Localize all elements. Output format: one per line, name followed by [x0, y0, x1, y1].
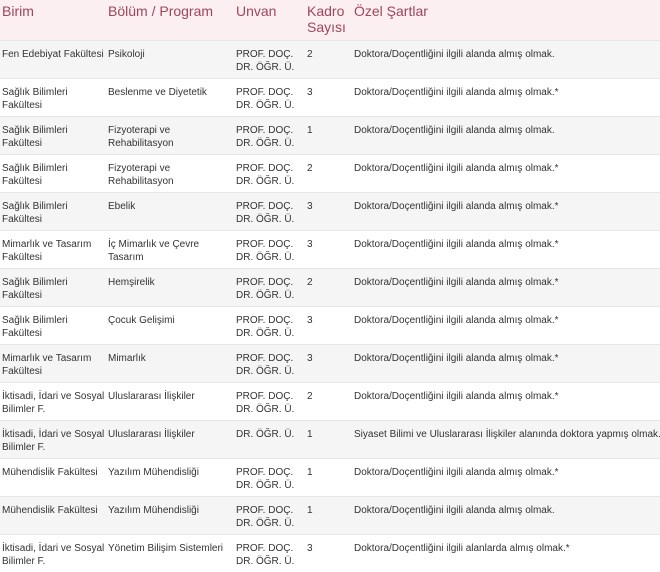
cell-ozel-sartlar: Siyaset Bilimi ve Uluslararası İlişkiler… — [354, 428, 660, 440]
cell-birim: İktisadi, İdari ve Sosyal Bilimler F. — [2, 390, 105, 415]
table-row: Fen Edebiyat Fakültesi Psikoloji PROF. DOÇ… — [0, 40, 660, 78]
cell-birim: Mühendislik Fakültesi — [2, 504, 98, 516]
cell-unvan: PROF. DOÇ. DR. ÖĞR. Ü. — [236, 352, 295, 377]
cell-bolum-program: Yazılım Mühendisliği — [108, 504, 199, 516]
cell-bolum-program: Uluslararası İlişkiler — [108, 428, 195, 440]
table-row: Sağlık Bilimleri Fakültesi Hemşirelik PROF… — [0, 268, 660, 306]
cell-ozel-sartlar: Doktora/Doçentliğini ilgili alanda almış… — [354, 86, 559, 98]
cell-ozel-sartlar: Doktora/Doçentliğini ilgili alanda almış… — [354, 48, 555, 60]
cell-kadro-sayisi: 3 — [307, 238, 313, 250]
cell-unvan: PROF. DOÇ. DR. ÖĞR. Ü. — [236, 466, 295, 491]
cell-unvan: PROF. DOÇ. DR. ÖĞR. Ü. — [236, 504, 295, 529]
cell-unvan: PROF. DOÇ. DR. ÖĞR. Ü. — [236, 86, 295, 111]
cell-unvan: PROF. DOÇ. DR. ÖĞR. Ü. — [236, 162, 295, 187]
cell-kadro-sayisi: 2 — [307, 48, 313, 60]
cell-ozel-sartlar: Doktora/Doçentliğini ilgili alanda almış… — [354, 390, 559, 402]
cell-bolum-program: Psikoloji — [108, 48, 145, 60]
cell-birim: Sağlık Bilimleri Fakültesi — [2, 162, 68, 187]
cell-bolum-program: Yönetim Bilişim Sistemleri — [108, 542, 224, 554]
table-row: Sağlık Bilimleri Fakültesi Çocuk Gelişimi… — [0, 306, 660, 344]
cell-birim: Sağlık Bilimleri Fakültesi — [2, 200, 68, 225]
cell-kadro-sayisi: 3 — [307, 200, 313, 212]
cell-ozel-sartlar: Doktora/Doçentliğini ilgili alanda almış… — [354, 238, 559, 250]
cell-kadro-sayisi: 3 — [307, 86, 313, 98]
cell-birim: Fen Edebiyat Fakültesi — [2, 48, 104, 60]
cell-birim: İktisadi, İdari ve Sosyal Bilimler F. — [2, 542, 105, 567]
table-row: İktisadi, İdari ve Sosyal Bilimler F. Yön… — [0, 534, 660, 572]
cell-bolum-program: Ebelik — [108, 200, 136, 212]
table-row: Mühendislik Fakültesi Yazılım Mühendisliğ… — [0, 496, 660, 534]
header-birim: Birim — [2, 3, 34, 19]
kadro-table: Birim Bölüm / Program Unvan Kadro Sayısı… — [0, 0, 660, 572]
header-kadro-sayisi: Kadro Sayısı — [307, 3, 346, 35]
cell-ozel-sartlar: Doktora/Doçentliğini ilgili alanlarda al… — [354, 542, 570, 554]
cell-kadro-sayisi: 1 — [307, 504, 313, 516]
table-header-row: Birim Bölüm / Program Unvan Kadro Sayısı… — [0, 0, 660, 40]
header-ozel-sartlar: Özel Şartlar — [354, 3, 428, 19]
cell-kadro-sayisi: 1 — [307, 428, 313, 440]
cell-bolum-program: Hemşirelik — [108, 276, 155, 288]
cell-birim: Sağlık Bilimleri Fakültesi — [2, 124, 68, 149]
table-row: Mimarlık ve Tasarım Fakültesi Mimarlık PRO… — [0, 344, 660, 382]
cell-bolum-program: Fizyoterapi ve Rehabilitasyon — [108, 162, 174, 187]
cell-kadro-sayisi: 1 — [307, 124, 313, 136]
cell-unvan: PROF. DOÇ. DR. ÖĞR. Ü. — [236, 124, 295, 149]
cell-birim: İktisadi, İdari ve Sosyal Bilimler F. — [2, 428, 105, 453]
cell-kadro-sayisi: 3 — [307, 314, 313, 326]
cell-bolum-program: Beslenme ve Diyetetik — [108, 86, 207, 98]
cell-bolum-program: Mimarlık — [108, 352, 146, 364]
cell-unvan: PROF. DOÇ. DR. ÖĞR. Ü. — [236, 48, 295, 73]
header-unvan: Unvan — [236, 3, 277, 19]
cell-unvan: PROF. DOÇ. DR. ÖĞR. Ü. — [236, 200, 295, 225]
cell-kadro-sayisi: 3 — [307, 352, 313, 364]
cell-kadro-sayisi: 1 — [307, 466, 313, 478]
cell-unvan: PROF. DOÇ. DR. ÖĞR. Ü. — [236, 238, 295, 263]
table-row: Mimarlık ve Tasarım Fakültesi İç Mimarlık… — [0, 230, 660, 268]
table-body: Fen Edebiyat Fakültesi Psikoloji PROF. DOÇ… — [0, 40, 660, 572]
table-row: Sağlık Bilimleri Fakültesi Fizyoterapi ve… — [0, 154, 660, 192]
table-row: Mühendislik Fakültesi Yazılım Mühendisliğ… — [0, 458, 660, 496]
cell-unvan: PROF. DOÇ. DR. ÖĞR. Ü. — [236, 390, 295, 415]
cell-ozel-sartlar: Doktora/Doçentliğini ilgili alanda almış… — [354, 200, 559, 212]
cell-kadro-sayisi: 3 — [307, 542, 313, 554]
cell-birim: Sağlık Bilimleri Fakültesi — [2, 86, 68, 111]
cell-unvan: DR. ÖĞR. Ü. — [236, 428, 295, 440]
table-row: İktisadi, İdari ve Sosyal Bilimler F. Ulu… — [0, 382, 660, 420]
cell-birim: Mimarlık ve Tasarım Fakültesi — [2, 238, 92, 263]
table-row: Sağlık Bilimleri Fakültesi Fizyoterapi ve… — [0, 116, 660, 154]
cell-kadro-sayisi: 2 — [307, 276, 313, 288]
cell-ozel-sartlar: Doktora/Doçentliğini ilgili alanda almış… — [354, 504, 555, 516]
cell-kadro-sayisi: 2 — [307, 162, 313, 174]
cell-bolum-program: Uluslararası İlişkiler — [108, 390, 195, 402]
table-row: Sağlık Bilimleri Fakültesi Ebelik PROF. DO… — [0, 192, 660, 230]
cell-birim: Sağlık Bilimleri Fakültesi — [2, 314, 68, 339]
cell-ozel-sartlar: Doktora/Doçentliğini ilgili alanda almış… — [354, 162, 559, 174]
cell-bolum-program: Fizyoterapi ve Rehabilitasyon — [108, 124, 174, 149]
table-row: Sağlık Bilimleri Fakültesi Beslenme ve Di… — [0, 78, 660, 116]
cell-unvan: PROF. DOÇ. DR. ÖĞR. Ü. — [236, 276, 295, 301]
cell-birim: Mühendislik Fakültesi — [2, 466, 98, 478]
cell-bolum-program: Çocuk Gelişimi — [108, 314, 175, 326]
cell-ozel-sartlar: Doktora/Doçentliğini ilgili alanda almış… — [354, 466, 559, 478]
cell-birim: Mimarlık ve Tasarım Fakültesi — [2, 352, 92, 377]
header-bolum-program: Bölüm / Program — [108, 3, 214, 19]
cell-bolum-program: Yazılım Mühendisliği — [108, 466, 199, 478]
cell-kadro-sayisi: 2 — [307, 390, 313, 402]
table-row: İktisadi, İdari ve Sosyal Bilimler F. Ulu… — [0, 420, 660, 458]
cell-unvan: PROF. DOÇ. DR. ÖĞR. Ü. — [236, 314, 295, 339]
cell-birim: Sağlık Bilimleri Fakültesi — [2, 276, 68, 301]
cell-ozel-sartlar: Doktora/Doçentliğini ilgili alanda almış… — [354, 276, 559, 288]
cell-ozel-sartlar: Doktora/Doçentliğini ilgili alanda almış… — [354, 352, 559, 364]
cell-ozel-sartlar: Doktora/Doçentliğini ilgili alanda almış… — [354, 314, 559, 326]
cell-bolum-program: İç Mimarlık ve Çevre Tasarım — [108, 238, 200, 263]
cell-ozel-sartlar: Doktora/Doçentliğini ilgili alanda almış… — [354, 124, 555, 136]
cell-unvan: PROF. DOÇ. DR. ÖĞR. Ü. — [236, 542, 295, 567]
